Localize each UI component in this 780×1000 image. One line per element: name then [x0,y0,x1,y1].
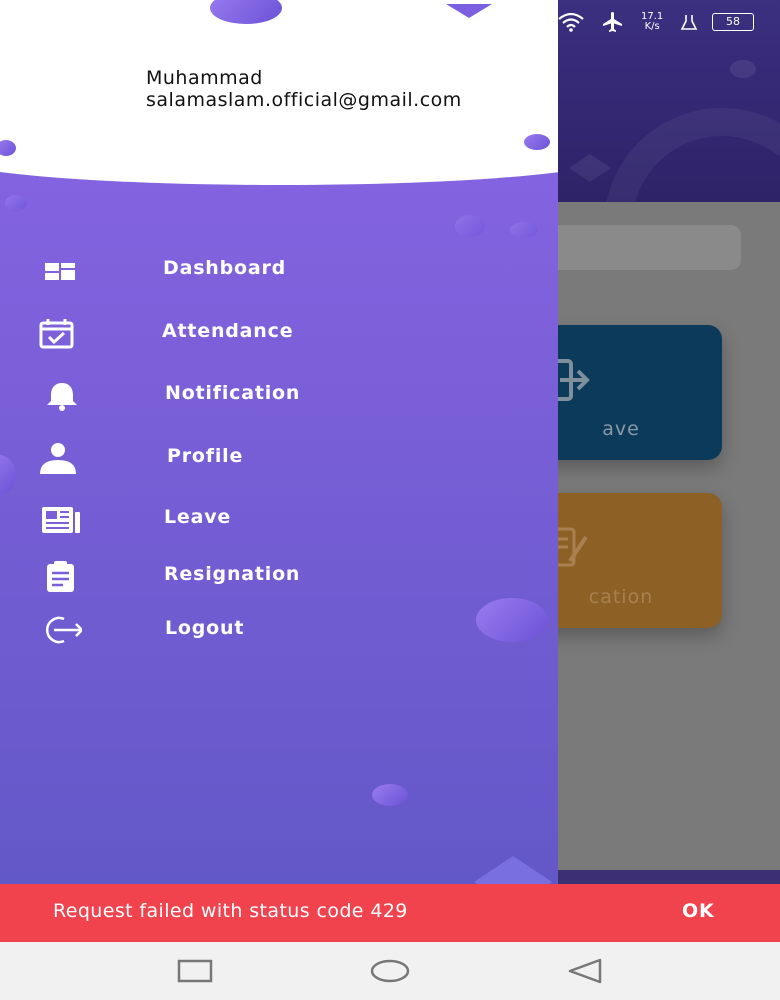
decor-blob [455,215,485,237]
menu-item-leave[interactable]: Leave [0,494,540,544]
status-bar: 17.1 K/s 58 [555,0,780,44]
calendar-check-icon [39,319,74,349]
menu-label-profile: Profile [167,445,244,467]
menu-label-logout: Logout [165,617,245,639]
decor-triangle [446,4,492,18]
menu-item-notification[interactable]: Notification [0,370,540,420]
navigation-drawer: Muhammad salamaslam.official@gmail.com D… [0,0,558,884]
menu-item-profile[interactable]: Profile [0,433,540,483]
menu-label-notification: Notification [165,382,301,404]
menu-item-dashboard[interactable]: Dashboard [0,245,540,295]
decor-blob [372,784,408,806]
menu-label-resignation: Resignation [164,563,301,585]
menu-item-resignation[interactable]: Resignation [0,551,540,601]
menu-label-leave: Leave [164,506,232,528]
airplane-icon [603,12,622,32]
search-bar-background [545,225,741,270]
decor-blob [524,134,550,150]
system-navigation-bar [0,942,780,1000]
dashboard-icon [45,263,75,280]
battery-icon: 58 [712,13,754,31]
decor-blob [5,195,27,211]
menu-label-dashboard: Dashboard [163,257,287,279]
user-email: salamaslam.official@gmail.com [146,89,462,111]
back-icon[interactable] [566,956,606,986]
user-icon [40,443,76,474]
recent-apps-icon[interactable] [175,956,215,986]
clipboard-icon [47,561,74,592]
decor-diamond [474,856,552,884]
user-name: Muhammad [146,67,263,89]
newspaper-icon [42,507,80,533]
diamond-shape [569,154,611,182]
snackbar-message: Request failed with status code 429 [53,900,408,922]
menu-item-attendance[interactable]: Attendance [0,308,540,358]
snackbar-ok-button[interactable]: OK [682,900,714,922]
alarm-icon [680,15,698,30]
menu-item-logout[interactable]: Logout [0,605,540,655]
bell-icon [47,383,77,411]
logout-icon [46,616,82,644]
net-speed: 17.1 K/s [641,11,664,32]
decor-blob [510,222,538,238]
menu-label-attendance: Attendance [162,320,294,342]
wifi-icon [558,12,584,32]
home-icon[interactable] [370,956,410,986]
error-snackbar: Request failed with status code 429 OK [0,884,780,942]
bottom-nav-background [540,870,780,884]
